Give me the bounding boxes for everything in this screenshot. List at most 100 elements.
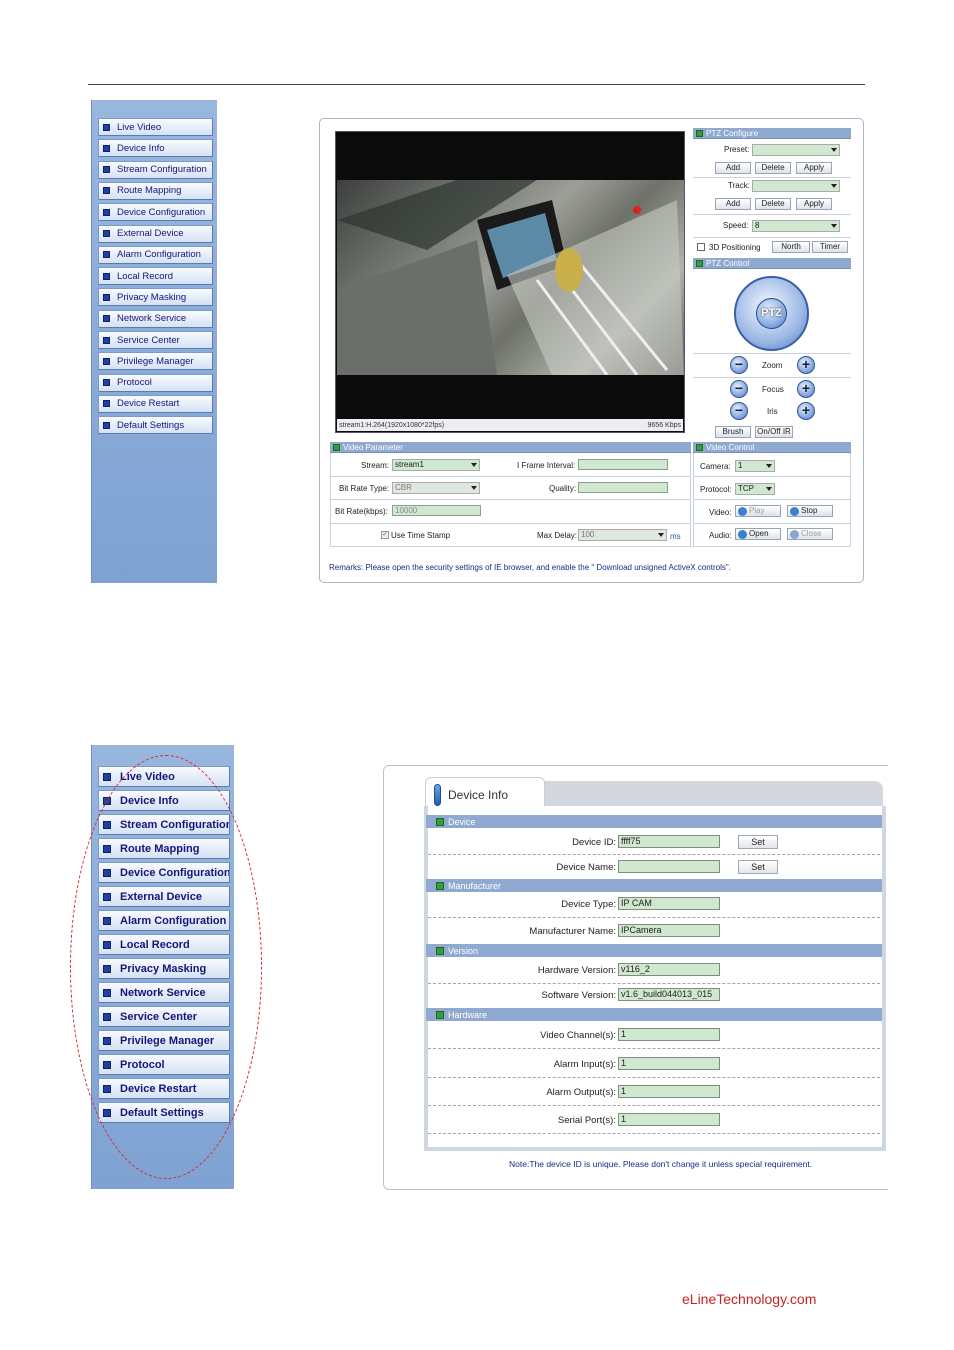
device-id-set-button[interactable]: Set: [738, 835, 778, 849]
bullet-icon: [103, 421, 110, 429]
quality-label: Quality:: [549, 484, 577, 493]
max-delay-value: 100: [581, 530, 595, 539]
iris-plus-button[interactable]: +: [797, 402, 815, 420]
sidebar-item-live-video[interactable]: Live Video: [98, 118, 213, 136]
sidebar-item-label: Route Mapping: [117, 185, 182, 197]
sidebar-item-stream-configuration[interactable]: Stream Configuration: [98, 160, 213, 179]
sidebar-item-privacy-masking[interactable]: Privacy Masking: [98, 288, 213, 307]
bitrate-type-select[interactable]: CBR: [392, 482, 480, 494]
section-icon: [696, 259, 703, 267]
north-button[interactable]: North: [772, 241, 810, 253]
sidebar-item-device-restart[interactable]: Device Restart: [98, 394, 213, 413]
preset-apply-button[interactable]: Apply: [796, 162, 832, 174]
remarks-text: Remarks: Please open the security settin…: [329, 563, 731, 572]
sidebar-item-label: Live Video: [117, 121, 162, 133]
sidebar-item-device-info[interactable]: Device Info: [98, 139, 213, 158]
stream-label: Stream:: [361, 461, 390, 470]
track-delete-button[interactable]: Delete: [755, 198, 791, 210]
device-id-note: Note:The device ID is unique. Please don…: [509, 1159, 813, 1169]
bitrate-readout: 9656 Kbps: [647, 421, 681, 429]
track-apply-button[interactable]: Apply: [796, 198, 832, 210]
camera-label: Camera:: [700, 462, 731, 471]
divider: [330, 523, 691, 524]
video-status-bar: stream1:H.264(1920x1080*22fps) 9656 Kbps: [337, 419, 683, 431]
tab-bar: Device Info: [425, 777, 885, 809]
section-icon: [696, 129, 703, 137]
zoom-out-button[interactable]: −: [730, 356, 748, 374]
zoom-in-button[interactable]: +: [797, 356, 815, 374]
device-type-field: IP CAM: [618, 897, 720, 910]
device-id-input[interactable]: ffff75: [618, 835, 720, 848]
focus-plus-button[interactable]: +: [797, 380, 815, 398]
timestamp-checkbox[interactable]: ✓: [381, 531, 389, 539]
protocol-select[interactable]: TCP: [735, 483, 775, 495]
open-icon: [738, 530, 747, 539]
sidebar-item-route-mapping[interactable]: Route Mapping: [98, 181, 213, 200]
sidebar-item-label: Device Info: [117, 142, 165, 154]
audio-label: Audio:: [709, 531, 732, 540]
stream-select[interactable]: stream1: [392, 459, 480, 471]
divider: [428, 854, 880, 855]
sidebar-item-service-center[interactable]: Service Center: [98, 331, 213, 349]
stop-button[interactable]: Stop: [787, 505, 833, 517]
audio-open-button[interactable]: Open: [735, 528, 781, 540]
tab-device-info[interactable]: Device Info: [425, 777, 545, 809]
divider: [428, 1133, 880, 1134]
sidebar-top: Live Video Device Info Stream Configuratio…: [91, 100, 217, 583]
speed-select[interactable]: 8: [752, 220, 840, 232]
max-delay-label: Max Delay:: [537, 531, 578, 540]
preset-add-button[interactable]: Add: [715, 162, 751, 174]
version-section-header: Version: [426, 944, 882, 957]
play-button[interactable]: Play: [735, 505, 781, 517]
bullet-icon: [103, 187, 110, 195]
sidebar-item-label: Local Record: [117, 270, 173, 282]
play-icon: [738, 507, 747, 516]
sidebar-item-alarm-configuration[interactable]: Alarm Configuration: [98, 245, 213, 264]
sidebar-item-label: Network Service: [117, 313, 187, 325]
chevron-down-icon: [658, 533, 664, 537]
bullet-icon: [103, 144, 110, 152]
device-section-header: Device: [426, 815, 882, 828]
chevron-down-icon: [831, 148, 837, 152]
preset-select[interactable]: [752, 144, 840, 156]
sidebar-item-protocol[interactable]: Protocol: [98, 373, 213, 392]
sidebar-item-device-configuration[interactable]: Device Configuration: [98, 203, 213, 222]
iris-minus-button[interactable]: −: [730, 402, 748, 420]
section-icon: [436, 881, 444, 890]
preset-delete-button[interactable]: Delete: [755, 162, 791, 174]
stop-label: Stop: [801, 506, 818, 515]
iframe-interval-input[interactable]: [578, 459, 668, 470]
focus-minus-button[interactable]: −: [730, 380, 748, 398]
device-id-label: Device ID:: [572, 837, 616, 848]
camera-select[interactable]: 1: [735, 460, 775, 472]
device-name-input[interactable]: [618, 860, 720, 873]
sidebar-item-default-settings[interactable]: Default Settings: [98, 416, 213, 435]
ir-toggle-button[interactable]: On/Off IR: [755, 426, 793, 438]
divider: [330, 499, 691, 500]
sidebar-item-label: Default Settings: [117, 419, 185, 431]
sidebar-item-privilege-manager[interactable]: Privilege Manager: [98, 352, 213, 371]
sidebar-item-external-device[interactable]: External Device: [98, 224, 213, 243]
quality-input[interactable]: [578, 482, 668, 493]
track-add-button[interactable]: Add: [715, 198, 751, 210]
sidebar-item-network-service[interactable]: Network Service: [98, 309, 213, 328]
divider: [428, 1077, 880, 1078]
audio-close-button[interactable]: Close: [787, 528, 833, 540]
software-version-field: v1.6_build044013_015: [618, 988, 720, 1001]
max-delay-select[interactable]: 100: [578, 529, 667, 541]
track-select[interactable]: [752, 180, 840, 192]
sidebar-item-local-record[interactable]: Local Record: [98, 267, 213, 286]
bitrate-input[interactable]: 10000: [392, 505, 481, 516]
video-viewport[interactable]: stream1:H.264(1920x1080*22fps) 9656 Kbps: [335, 131, 685, 433]
ptz-direction-pad[interactable]: PTZ: [734, 276, 809, 351]
divider: [428, 1105, 880, 1106]
3d-positioning-checkbox[interactable]: [697, 243, 705, 251]
iframe-interval-label: I Frame Interval:: [517, 461, 576, 470]
device-name-set-button[interactable]: Set: [738, 860, 778, 874]
section-icon: [436, 817, 444, 826]
section-icon: [436, 946, 444, 955]
timer-button[interactable]: Timer: [812, 241, 848, 253]
brush-button[interactable]: Brush: [715, 426, 751, 438]
ptz-center-button[interactable]: PTZ: [756, 298, 787, 329]
top-rule: [88, 84, 865, 85]
